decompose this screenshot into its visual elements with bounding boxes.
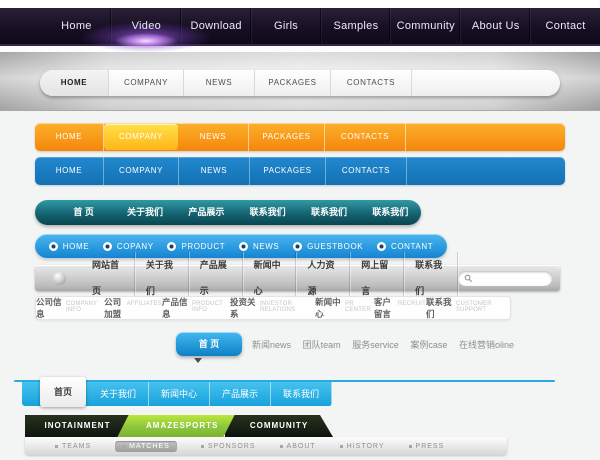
- teal-item-home[interactable]: 首 页: [53, 200, 114, 225]
- bullet-item-home[interactable]: HOME: [49, 242, 89, 251]
- row-item-news[interactable]: 新闻news: [252, 338, 291, 351]
- sub-item-history[interactable]: HISTORY: [340, 443, 385, 450]
- search-box[interactable]: [458, 271, 552, 286]
- dropdown-arrow-icon: [194, 358, 202, 367]
- dual-item-recruit[interactable]: 客户留言RECRUIT: [374, 296, 426, 320]
- segment-community[interactable]: COMMUNITY: [225, 415, 333, 437]
- bullet-icon: [122, 445, 125, 448]
- bullet-icon: [201, 445, 204, 448]
- blue-item-contacts[interactable]: CONTACTS: [326, 157, 407, 185]
- sub-item-sponsors[interactable]: SPONSORS: [201, 443, 256, 450]
- nav-item-video-active[interactable]: Video: [111, 8, 181, 44]
- teal-item-products[interactable]: 产品展示: [176, 200, 237, 225]
- orange-item-company-active[interactable]: COMPANY: [104, 124, 178, 150]
- segment-inotainment[interactable]: INOTAINMENT: [25, 415, 130, 437]
- orange-item-home[interactable]: HOME: [35, 123, 104, 151]
- tab-news[interactable]: NEWS: [184, 70, 255, 96]
- teal-item-contact-3[interactable]: 联系我们: [360, 200, 421, 225]
- nav-item-about-us[interactable]: About Us: [460, 8, 530, 44]
- dual-item-company-info[interactable]: 公司信息COMPANY INFO: [36, 296, 104, 320]
- search-input[interactable]: [476, 271, 546, 285]
- bullet-icon: [49, 242, 58, 251]
- white-pill-tabs: HOME COMPANY NEWS PACKAGES CONTACTS: [40, 70, 560, 96]
- sports-nav: INOTAINMENT AMAZESPORTS COMMUNITY TEAMS …: [25, 415, 507, 455]
- teal-nav: 首 页 关于我们 产品展示 联系我们 联系我们 联系我们: [35, 200, 421, 225]
- sub-item-press[interactable]: PRESS: [409, 443, 445, 450]
- teal-item-about[interactable]: 关于我们: [114, 200, 175, 225]
- blue-item-news[interactable]: NEWS: [179, 157, 250, 185]
- cyan-item-about[interactable]: 关于我们: [88, 382, 149, 406]
- tab-button-items: 新闻news 团队team 服务service 案例case 在线营销oline: [252, 332, 514, 356]
- bullet-item-news[interactable]: NEWS: [239, 242, 279, 251]
- cyan-item-news-center[interactable]: 新闻中心: [149, 382, 210, 406]
- bullet-icon: [409, 445, 412, 448]
- bullet-item-guestbook[interactable]: GUESTBOOK: [293, 242, 363, 251]
- dual-item-product-info[interactable]: 产品信息PRODUCT INFO: [162, 296, 230, 320]
- orange-item-contacts[interactable]: CONTACTS: [325, 123, 406, 151]
- blue-item-home[interactable]: HOME: [35, 157, 104, 185]
- row-item-online[interactable]: 在线营销oline: [459, 338, 514, 351]
- sports-sub-nav: TEAMS MATCHES SPONSORS ABOUT HISTORY PRE…: [25, 437, 507, 455]
- gray-toolbar: 网站首页 关于我们 产品展示 新闻中心 人力资源 网上留言 联系我们: [35, 265, 560, 291]
- teal-item-contact-2[interactable]: 联系我们: [298, 200, 359, 225]
- bullet-icon: [377, 242, 386, 251]
- dual-item-customer-support[interactable]: 联系我们CUSTOMER SUPPORT: [426, 296, 510, 320]
- row-item-service[interactable]: 服务service: [352, 338, 399, 351]
- search-icon: [464, 274, 473, 283]
- dual-language-nav: 公司信息COMPANY INFO 公司加盟AFFILIATES 产品信息PROD…: [35, 296, 511, 320]
- bullet-icon: [103, 242, 112, 251]
- orange-nav: HOME COMPANY NEWS PACKAGES CONTACTS: [35, 123, 565, 151]
- bullet-icon: [340, 445, 343, 448]
- orange-item-news[interactable]: NEWS: [178, 123, 249, 151]
- orange-item-packages[interactable]: PACKAGES: [249, 123, 325, 151]
- dual-item-pr-center[interactable]: 新闻中心PR CENTER: [315, 296, 374, 320]
- nav-item-contact[interactable]: Contact: [530, 8, 600, 44]
- tab-contacts[interactable]: CONTACTS: [331, 70, 412, 96]
- cyan-item-contact[interactable]: 联系我们: [271, 382, 332, 406]
- purple-glow-core: [114, 33, 178, 49]
- sphere-icon: [53, 272, 66, 285]
- segment-amazesports-active[interactable]: AMAZESPORTS: [117, 415, 234, 437]
- tab-home[interactable]: HOME: [40, 70, 109, 96]
- dual-item-affiliates[interactable]: 公司加盟AFFILIATES: [104, 296, 162, 320]
- sub-item-matches-active[interactable]: MATCHES: [115, 441, 177, 452]
- bullet-icon: [293, 242, 302, 251]
- bullet-icon: [167, 242, 176, 251]
- purple-top-nav: Home Video Download Girls Samples Commun…: [0, 8, 600, 46]
- bullet-icon: [55, 445, 58, 448]
- blue-nav: HOME COMPANY NEWS PACKAGES CONTACTS: [35, 157, 565, 185]
- tab-packages[interactable]: PACKAGES: [255, 70, 331, 96]
- cyan-item-products[interactable]: 产品展示: [210, 382, 271, 406]
- bullet-item-product[interactable]: PRODUCT: [167, 242, 225, 251]
- nav-item-girls[interactable]: Girls: [251, 8, 321, 44]
- blue-item-company[interactable]: COMPANY: [104, 157, 179, 185]
- cyan-active-tab-home[interactable]: 首页: [40, 377, 86, 407]
- bullet-icon: [280, 445, 283, 448]
- home-button[interactable]: 首 页: [176, 332, 242, 356]
- row-item-team[interactable]: 团队team: [303, 338, 341, 351]
- top-margin: [0, 0, 600, 8]
- nav-item-samples[interactable]: Samples: [321, 8, 391, 44]
- dual-item-investor-relations[interactable]: 投资关系INVESTOR RELATIONS: [230, 296, 315, 320]
- tab-button-row: 首 页 新闻news 团队team 服务service 案例case 在线营销o…: [0, 332, 600, 368]
- bullet-icon: [239, 242, 248, 251]
- teal-item-contact-1[interactable]: 联系我们: [237, 200, 298, 225]
- bullet-item-contant[interactable]: CONTANT: [377, 242, 433, 251]
- row-item-case[interactable]: 案例case: [410, 338, 447, 351]
- sub-item-about[interactable]: ABOUT: [280, 443, 316, 450]
- nav-item-community[interactable]: Community: [390, 8, 460, 44]
- tab-company[interactable]: COMPANY: [109, 70, 184, 96]
- blue-item-packages[interactable]: PACKAGES: [250, 157, 326, 185]
- bullet-item-copany[interactable]: COPANY: [103, 242, 154, 251]
- nav-showcase-page: Home Video Download Girls Samples Commun…: [0, 0, 600, 460]
- sub-item-teams[interactable]: TEAMS: [55, 443, 91, 450]
